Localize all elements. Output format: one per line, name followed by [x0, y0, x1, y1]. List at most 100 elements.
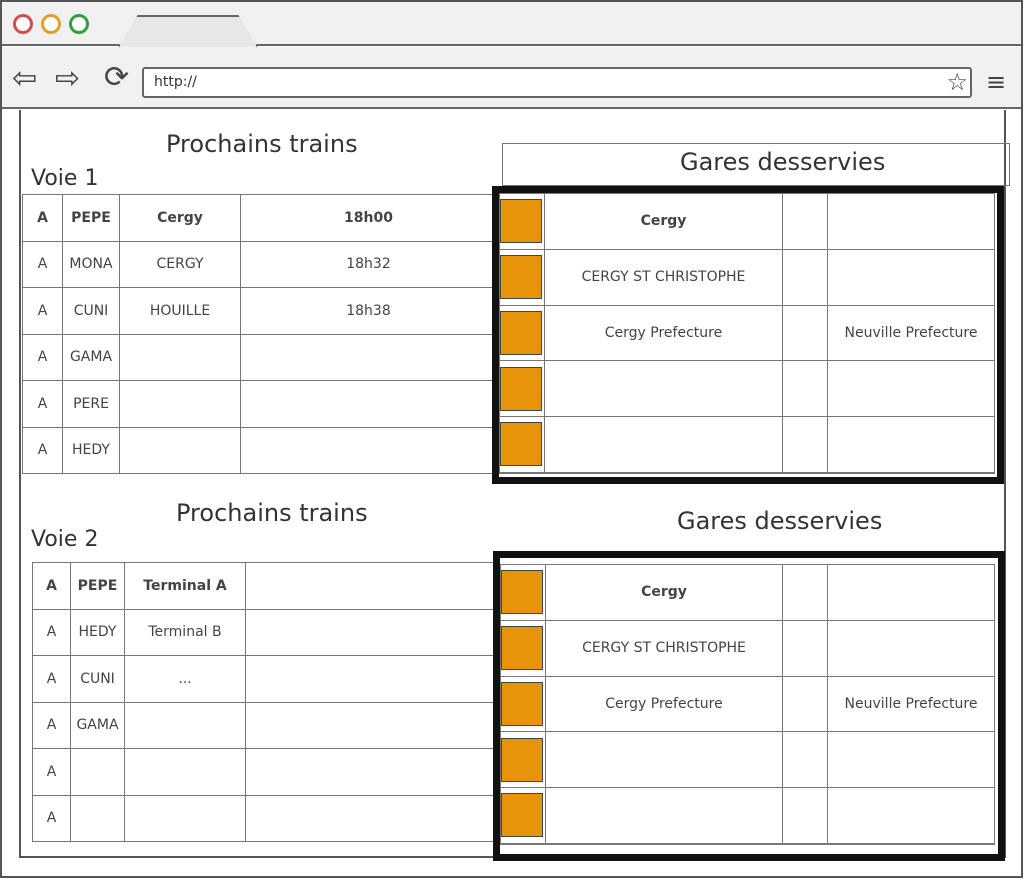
orange-line-marker — [500, 310, 542, 355]
track-label-1: Voie 1 — [31, 166, 99, 191]
station-cell-2 — [827, 416, 995, 473]
station-cell: CERGY ST CHRISTOPHE — [545, 619, 783, 677]
reload-icon[interactable]: ⟳ — [104, 63, 129, 93]
destination-cell: Terminal A — [124, 562, 246, 610]
departure-time-cell — [245, 748, 497, 796]
train-row: A — [32, 748, 497, 796]
trains-table-2: A PEPE Terminal A A HEDY Terminal B A CUNI... A G… — [32, 562, 497, 842]
browser-tab[interactable] — [118, 15, 258, 48]
station-cell: Cergy Prefecture — [544, 304, 783, 362]
destination-cell — [124, 794, 246, 842]
stations-table-1: Cergy CERGY ST CHRISTOPHE Cergy Prefecture… — [499, 193, 995, 475]
station-row — [499, 360, 995, 417]
line-color-swatch — [500, 731, 546, 788]
destination-cell: Cergy — [119, 194, 241, 242]
train-line-cell: A — [22, 426, 63, 474]
line-color-swatch — [499, 304, 545, 362]
orange-line-marker — [501, 681, 543, 726]
orange-line-marker — [500, 199, 542, 244]
station-marker-cell — [782, 564, 828, 621]
track-label-2: Voie 2 — [31, 527, 99, 552]
train-name-cell: HEDY — [70, 608, 125, 656]
station-cell — [545, 731, 783, 788]
station-cell — [545, 787, 783, 844]
line-color-swatch — [500, 564, 546, 621]
station-row — [500, 842, 995, 846]
train-name-cell: MONA — [62, 240, 120, 288]
train-name-cell: HEDY — [62, 426, 120, 474]
station-row: Cergy — [500, 564, 995, 621]
train-row: A PERE — [22, 380, 497, 428]
hamburger-menu-icon[interactable]: ≡ — [986, 68, 1006, 96]
station-cell-2 — [827, 248, 995, 306]
station-marker-cell — [782, 304, 828, 362]
line-color-swatch — [500, 842, 546, 846]
destination-cell — [119, 333, 241, 381]
destination-cell — [124, 701, 246, 749]
station-row: CERGY ST CHRISTOPHE — [499, 248, 995, 306]
train-line-cell: A — [32, 748, 71, 796]
train-name-cell: CUNI — [70, 655, 125, 703]
line-color-swatch — [499, 248, 545, 306]
station-marker-cell — [782, 416, 828, 473]
station-cell-2 — [827, 787, 995, 844]
maximize-window-button[interactable] — [69, 14, 89, 34]
train-row: A MONA CERGY 18h32 — [22, 240, 497, 288]
station-marker-cell — [782, 193, 828, 250]
departure-time-cell — [245, 562, 497, 610]
departure-time-cell: 18h38 — [240, 287, 497, 335]
station-cell — [544, 360, 783, 417]
train-line-cell: A — [22, 333, 63, 381]
train-name-cell — [70, 748, 125, 796]
train-name-cell: CUNI — [62, 287, 120, 335]
station-row — [500, 731, 995, 788]
station-marker-cell — [782, 731, 828, 788]
train-row: A HEDY Terminal B — [32, 608, 497, 656]
train-line-cell: A — [32, 701, 71, 749]
train-row: A CUNI HOUILLE 18h38 — [22, 287, 497, 335]
station-row — [499, 471, 995, 475]
station-marker-cell — [782, 787, 828, 844]
next-trains-title-2: Prochains trains — [176, 499, 368, 527]
station-marker-cell — [782, 360, 828, 417]
forward-arrow-icon[interactable]: ⇨ — [55, 64, 80, 94]
station-row: CERGY ST CHRISTOPHE — [500, 619, 995, 677]
close-window-button[interactable] — [13, 14, 33, 34]
station-row — [500, 787, 995, 844]
train-line-cell: A — [32, 608, 71, 656]
bookmark-star-icon[interactable]: ☆ — [946, 68, 968, 96]
minimize-window-button[interactable] — [41, 14, 61, 34]
departure-time-cell: 18h32 — [240, 240, 497, 288]
departure-time-cell — [245, 608, 497, 656]
station-cell: Cergy Prefecture — [545, 675, 783, 733]
station-cell-2 — [827, 731, 995, 788]
destination-cell: Terminal B — [124, 608, 246, 656]
departure-time-cell: 18h00 — [240, 194, 497, 242]
train-row: A PEPE Cergy 18h00 — [22, 194, 497, 242]
train-line-cell: A — [22, 194, 63, 242]
station-cell-2 — [827, 564, 995, 621]
departure-time-cell — [240, 426, 497, 474]
line-color-swatch — [499, 193, 545, 250]
station-cell: CERGY ST CHRISTOPHE — [544, 248, 783, 306]
line-color-swatch — [499, 360, 545, 417]
station-marker-cell — [782, 675, 828, 733]
station-marker-cell — [782, 619, 828, 677]
orange-line-marker — [501, 626, 543, 671]
train-name-cell — [70, 794, 125, 842]
back-arrow-icon[interactable]: ⇦ — [12, 64, 37, 94]
orange-line-marker — [500, 255, 542, 300]
train-name-cell: PEPE — [70, 562, 125, 610]
station-row: Cergy — [499, 193, 995, 250]
station-row — [499, 416, 995, 473]
destination-cell: HOUILLE — [119, 287, 241, 335]
stations-title-1: Gares desservies — [680, 148, 886, 176]
address-bar[interactable]: http:// ☆ — [142, 67, 972, 98]
destination-cell — [124, 748, 246, 796]
train-name-cell: GAMA — [62, 333, 120, 381]
station-row: Cergy Prefecture Neuville Prefecture — [499, 304, 995, 362]
station-marker-cell — [782, 842, 828, 846]
orange-line-marker — [501, 737, 543, 782]
train-row: A — [32, 794, 497, 842]
orange-line-marker — [500, 422, 542, 467]
